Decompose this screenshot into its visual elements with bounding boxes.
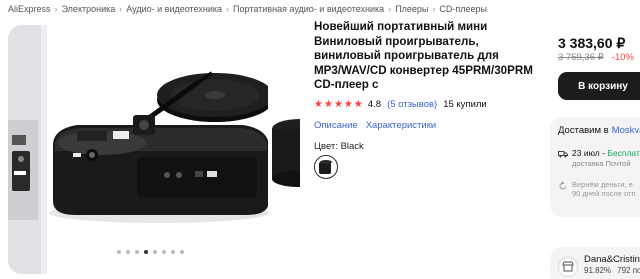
seller-positive-rate: 91.82% — [584, 266, 612, 275]
star-icon: ★ — [343, 98, 353, 110]
pagination-dot[interactable] — [135, 250, 139, 254]
current-price: 3 383,60 ₽ — [558, 35, 626, 51]
delivery-location[interactable]: Доставим в Moskva — [558, 125, 640, 136]
refund-icon — [559, 181, 567, 190]
seller-subscribers: 792 подпи — [617, 266, 640, 275]
rating-row: ★ ★ ★ ★ ★ 4.8 (5 отзывов) 15 купили — [314, 99, 487, 110]
next-image-peek[interactable] — [268, 25, 300, 274]
truck-icon — [558, 151, 568, 158]
main-product-image[interactable] — [47, 25, 273, 274]
tab-specifications[interactable]: Характеристики — [366, 120, 436, 131]
product-title: Новейший портативный мини Виниловый прои… — [314, 20, 533, 91]
breadcrumb-item[interactable]: AliExpress — [8, 4, 51, 14]
color-swatch-black[interactable] — [314, 155, 338, 179]
delivery-service: доставка Почтой — [572, 159, 631, 168]
breadcrumb: AliExpress › Электроника › Аудио- и виде… — [8, 4, 487, 14]
delivery-date-info: 23 июл - Бесплатно доставка Почтой — [572, 148, 640, 168]
tab-description[interactable]: Описание — [314, 120, 358, 131]
pagination-dot[interactable] — [126, 250, 130, 254]
refund-info: Вернём деньги, е 90 дней после отп — [572, 180, 636, 198]
add-to-cart-button[interactable]: В корзину — [558, 72, 640, 100]
product-page: AliExpress › Электроника › Аудио- и виде… — [0, 0, 640, 279]
free-shipping: Бесплатно — [607, 148, 640, 158]
star-icon: ★ — [314, 98, 323, 110]
store-icon — [558, 257, 578, 277]
old-price-row: 3 759,36 ₽ -10% — [558, 52, 634, 63]
discount-badge: -10% — [611, 52, 634, 63]
refund-line-2: 90 дней после отп — [572, 189, 636, 198]
chevron-right-icon: › — [54, 4, 58, 14]
previous-image-peek[interactable] — [8, 25, 41, 274]
reviews-link[interactable]: (5 отзывов) — [387, 99, 437, 110]
seller-stats: 91.82% 792 подпи — [584, 266, 640, 275]
pagination-dot-active[interactable] — [144, 250, 148, 254]
star-icon: ★ — [353, 98, 363, 110]
pagination-dot[interactable] — [162, 250, 166, 254]
deliver-to-label: Доставим в — [558, 125, 609, 136]
breadcrumb-item[interactable]: Плееры — [395, 4, 428, 14]
breadcrumb-item[interactable]: Электроника — [62, 4, 116, 14]
pagination-dot[interactable] — [153, 250, 157, 254]
breadcrumb-item[interactable]: Портативная аудио- и видеотехника — [233, 4, 384, 14]
rating-stars: ★ ★ ★ ★ ★ — [314, 98, 363, 110]
star-icon: ★ — [323, 98, 333, 110]
chevron-right-icon: › — [388, 4, 392, 14]
chevron-right-icon: › — [119, 4, 123, 14]
refund-row: Вернём деньги, е 90 дней после отп — [558, 180, 636, 198]
star-icon: ★ — [333, 98, 343, 110]
seller-name[interactable]: Dana&Cristina — [584, 254, 640, 265]
breadcrumb-item[interactable]: Аудио- и видеотехника — [126, 4, 222, 14]
refund-line-1: Вернём деньги, е — [572, 180, 633, 189]
old-price: 3 759,36 ₽ — [558, 52, 604, 63]
description-tabs: Описание Характеристики — [314, 120, 436, 131]
pagination-dot[interactable] — [117, 250, 121, 254]
pagination-dot[interactable] — [171, 250, 175, 254]
delivery-place[interactable]: Moskva — [612, 125, 640, 136]
breadcrumb-item[interactable]: CD-плееры — [439, 4, 487, 14]
rating-value: 4.8 — [367, 99, 382, 110]
pagination-dot[interactable] — [180, 250, 184, 254]
chevron-right-icon: › — [432, 4, 436, 14]
product-gallery[interactable] — [8, 25, 300, 274]
sold-count: 15 купили — [443, 99, 487, 110]
delivery-date: 23 июл - — [572, 148, 608, 158]
delivery-date-row: 23 июл - Бесплатно доставка Почтой — [558, 148, 640, 168]
color-label: Цвет: Black — [314, 141, 364, 152]
chevron-right-icon: › — [226, 4, 230, 14]
gallery-pagination — [117, 250, 184, 254]
